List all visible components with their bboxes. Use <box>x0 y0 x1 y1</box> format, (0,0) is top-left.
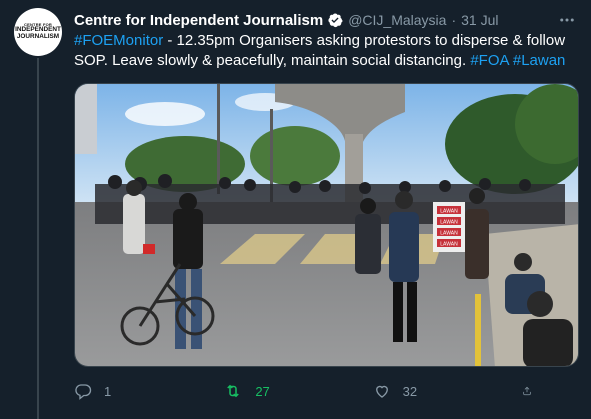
thread-line <box>37 58 39 419</box>
share-button[interactable] <box>522 382 544 400</box>
tweet-photo[interactable]: LAWAN LAWAN LAWAN LAWAN <box>74 83 579 367</box>
poster-line-4: LAWAN <box>440 242 458 248</box>
like-count: 32 <box>402 383 418 399</box>
tweet-header: Centre for Independent Journalism @CIJ_M… <box>74 9 577 31</box>
poster-line-2: LAWAN <box>440 220 458 226</box>
avatar-line-3: JOURNALISM <box>16 33 60 41</box>
hashtag-foa[interactable]: #FOA <box>470 52 508 69</box>
account-name[interactable]: Centre for Independent Journalism <box>74 12 323 29</box>
account-handle[interactable]: @CIJ_Malaysia <box>348 12 446 28</box>
photo-poster: LAWAN LAWAN LAWAN LAWAN <box>433 202 465 252</box>
like-button[interactable]: 32 <box>373 382 483 400</box>
reply-icon <box>75 384 92 400</box>
share-icon <box>523 386 531 396</box>
poster-line-1: LAWAN <box>440 209 458 215</box>
reply-count: 1 <box>104 383 112 399</box>
more-dots-icon[interactable] <box>557 10 577 30</box>
hashtag-lawan[interactable]: #Lawan <box>513 52 566 69</box>
retweet-count: 27 <box>255 383 270 399</box>
avatar[interactable]: CENTRE FOR INDEPENDENT JOURNALISM <box>14 8 62 56</box>
poster-line-3: LAWAN <box>440 231 458 237</box>
photo-building <box>75 84 97 154</box>
verified-badge-icon <box>327 12 343 28</box>
separator-dot: · <box>451 12 457 28</box>
tweet-actions: 1 27 32 <box>74 380 544 402</box>
photo-crowd <box>95 184 565 224</box>
heart-icon <box>375 385 388 398</box>
hashtag-foemonitor[interactable]: #FOEMonitor <box>74 32 163 49</box>
reply-button[interactable]: 1 <box>74 382 184 400</box>
tweet-date[interactable]: 31 Jul <box>461 12 498 28</box>
retweet-button[interactable]: 27 <box>223 382 333 400</box>
retweet-icon <box>227 384 240 398</box>
tweet-text: #FOEMonitor - 12.35pm Organisers asking … <box>74 31 574 71</box>
